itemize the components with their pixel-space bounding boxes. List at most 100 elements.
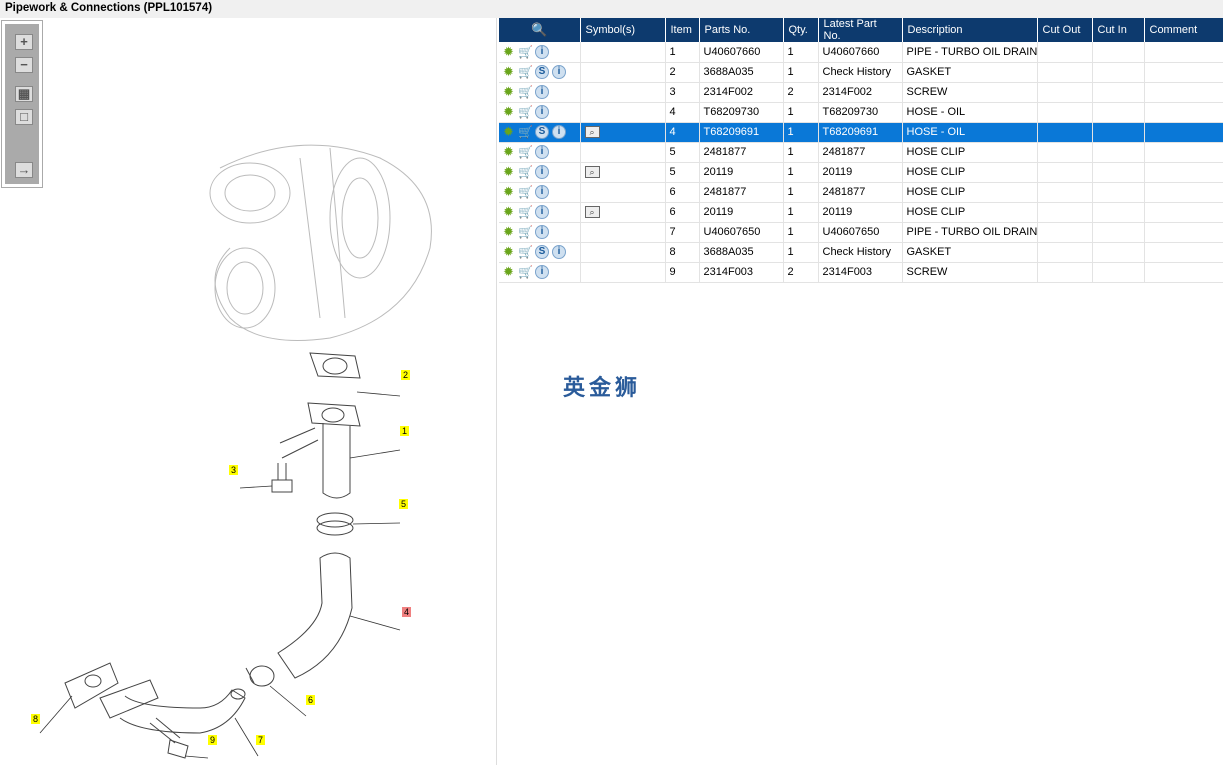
- col-description[interactable]: Description: [902, 18, 1038, 42]
- cart-icon[interactable]: 🛒: [518, 185, 533, 199]
- cut-in-cell: [1092, 142, 1145, 163]
- latest-part-cell: T68209691: [818, 122, 903, 143]
- info-icon[interactable]: i: [552, 65, 566, 79]
- gear-icon[interactable]: ✹: [503, 84, 515, 100]
- table-row[interactable]: ✹ 🛒 i 3 2314F002 2 2314F002 SCREW: [499, 82, 1223, 103]
- table-row[interactable]: ✹ 🛒 i ⌕ 5 20119 1 20119 HOSE CLIP: [499, 162, 1223, 183]
- supersession-icon[interactable]: S: [535, 125, 549, 139]
- info-icon[interactable]: i: [535, 145, 549, 159]
- cut-out-cell: [1037, 202, 1093, 223]
- cart-icon[interactable]: 🛒: [518, 125, 533, 139]
- col-comment[interactable]: Comment: [1144, 18, 1223, 42]
- col-latest-part-no[interactable]: Latest Part No.: [818, 18, 903, 42]
- row-actions: ✹ 🛒 Si: [499, 62, 581, 83]
- cart-icon[interactable]: 🛒: [518, 65, 533, 79]
- cart-icon[interactable]: 🛒: [518, 245, 533, 259]
- parts-no-cell: U40607660: [699, 42, 784, 63]
- actual-size-button[interactable]: □: [15, 109, 33, 125]
- callout-7[interactable]: 7: [256, 735, 266, 745]
- gear-icon[interactable]: ✹: [503, 64, 515, 80]
- table-row[interactable]: ✹ 🛒 i 5 2481877 1 2481877 HOSE CLIP: [499, 142, 1223, 163]
- book-magnifier-icon[interactable]: ⌕: [584, 206, 600, 219]
- info-icon[interactable]: i: [535, 205, 549, 219]
- gear-icon[interactable]: ✹: [503, 224, 515, 240]
- item-cell: 2: [665, 62, 700, 83]
- item-cell: 4: [665, 102, 700, 123]
- info-icon[interactable]: i: [535, 44, 549, 59]
- table-row[interactable]: ✹ 🛒 i 9 2314F003 2 2314F003 SCREW: [499, 262, 1223, 283]
- gear-icon[interactable]: ✹: [503, 244, 515, 260]
- supersession-icon[interactable]: S: [535, 65, 549, 79]
- cart-icon[interactable]: 🛒: [518, 105, 533, 119]
- gear-icon[interactable]: ✹: [503, 124, 515, 140]
- comment-cell: [1144, 202, 1223, 223]
- zoom-in-button[interactable]: +: [15, 34, 33, 50]
- fit-view-button[interactable]: ▦: [15, 86, 33, 102]
- cut-in-cell: [1092, 262, 1145, 283]
- table-row[interactable]: ✹ 🛒 i ⌕ 6 20119 1 20119 HOSE CLIP: [499, 202, 1223, 223]
- info-icon[interactable]: i: [535, 225, 549, 239]
- symbols-cell: ⌕: [580, 162, 666, 183]
- col-item[interactable]: Item: [665, 18, 700, 42]
- info-icon[interactable]: i: [535, 165, 549, 179]
- supersession-icon[interactable]: S: [535, 245, 549, 259]
- cart-icon[interactable]: 🛒: [518, 265, 533, 279]
- latest-part-cell: 2314F003: [818, 262, 903, 283]
- table-row[interactable]: ✹ 🛒 Si 2 3688A035 1 Check History GASKET: [499, 62, 1223, 83]
- col-cut-in[interactable]: Cut In: [1092, 18, 1145, 42]
- cart-icon[interactable]: 🛒: [518, 85, 533, 99]
- cut-out-cell: [1037, 102, 1093, 123]
- callout-9[interactable]: 9: [208, 735, 218, 745]
- comment-cell: [1144, 42, 1223, 63]
- zoom-out-button[interactable]: −: [15, 57, 33, 73]
- gear-icon[interactable]: ✹: [503, 264, 515, 280]
- col-cut-out[interactable]: Cut Out: [1037, 18, 1093, 42]
- gear-icon[interactable]: ✹: [503, 164, 515, 180]
- table-row[interactable]: ✹ 🛒 Si ⌕ 4 T68209691 1 T68209691 HOSE - OI…: [499, 122, 1223, 143]
- search-column-header[interactable]: 🔍: [499, 18, 581, 42]
- gear-icon[interactable]: ✹: [503, 184, 515, 200]
- parts-no-cell: T68209730: [699, 102, 784, 123]
- table-row[interactable]: ✹ 🛒 i 1 U40607660 1 U40607660 PIPE - TURBO…: [499, 42, 1223, 63]
- gear-icon[interactable]: ✹: [503, 204, 515, 220]
- gear-icon[interactable]: ✹: [503, 144, 515, 160]
- col-symbols[interactable]: Symbol(s): [580, 18, 666, 42]
- info-icon[interactable]: i: [552, 125, 566, 139]
- info-icon[interactable]: i: [535, 185, 549, 199]
- info-icon[interactable]: i: [552, 245, 566, 259]
- callout-4[interactable]: 4: [402, 607, 412, 617]
- book-magnifier-icon[interactable]: ⌕: [584, 126, 600, 139]
- gear-icon[interactable]: ✹: [503, 104, 515, 120]
- info-icon[interactable]: i: [535, 265, 549, 279]
- callout-3[interactable]: 3: [229, 465, 239, 475]
- table-row[interactable]: ✹ 🛒 i 6 2481877 1 2481877 HOSE CLIP: [499, 182, 1223, 203]
- table-row[interactable]: ✹ 🛒 i 4 T68209730 1 T68209730 HOSE - OIL: [499, 102, 1223, 123]
- comment-cell: [1144, 62, 1223, 83]
- cart-icon[interactable]: 🛒: [518, 45, 533, 59]
- symbols-cell: [580, 262, 666, 283]
- cart-icon[interactable]: 🛒: [518, 165, 533, 179]
- col-qty[interactable]: Qty.: [783, 18, 819, 42]
- callout-6[interactable]: 6: [306, 695, 316, 705]
- callout-8[interactable]: 8: [31, 714, 41, 724]
- diagram-toolbar: + − ▦ □ →: [1, 20, 43, 188]
- callout-2[interactable]: 2: [401, 370, 411, 380]
- info-icon[interactable]: i: [535, 105, 549, 119]
- cut-in-cell: [1092, 222, 1145, 243]
- cut-in-cell: [1092, 242, 1145, 263]
- info-icon[interactable]: i: [535, 85, 549, 99]
- symbols-cell: [580, 182, 666, 203]
- diagram-panel[interactable]: 2 1 3 5 4 6 8 9 7 + − ▦ □ →: [0, 18, 497, 765]
- col-parts-no[interactable]: Parts No.: [699, 18, 784, 42]
- cart-icon[interactable]: 🛒: [518, 205, 533, 219]
- symbols-cell: ⌕: [580, 202, 666, 223]
- cart-icon[interactable]: 🛒: [518, 225, 533, 239]
- gear-icon[interactable]: ✹: [503, 44, 515, 60]
- book-magnifier-icon[interactable]: ⌕: [584, 166, 600, 179]
- table-row[interactable]: ✹ 🛒 i 7 U40607650 1 U40607650 PIPE - TURBO…: [499, 222, 1223, 243]
- callout-5[interactable]: 5: [399, 499, 409, 509]
- callout-1[interactable]: 1: [400, 426, 410, 436]
- cart-icon[interactable]: 🛒: [518, 145, 533, 159]
- export-button[interactable]: →: [15, 162, 33, 178]
- table-row[interactable]: ✹ 🛒 Si 8 3688A035 1 Check History GASKET: [499, 242, 1223, 263]
